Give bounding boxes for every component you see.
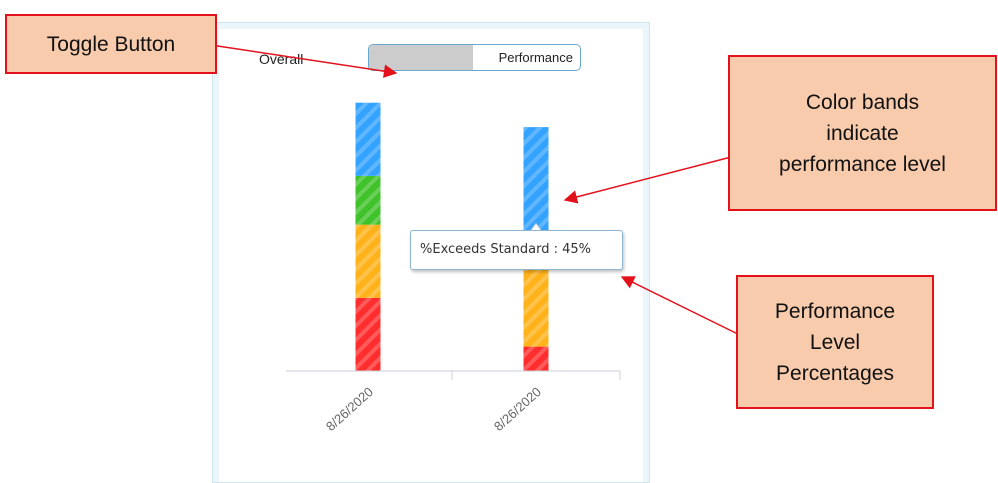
callout-arrow <box>190 41 398 78</box>
callout-percentages-line2: Level <box>809 330 861 354</box>
tooltip-text: %Exceeds Standard : 45% <box>420 242 592 257</box>
x-tick-label: 8/26/2020 <box>323 384 376 434</box>
callout-percentages: Performance Level Percentages <box>736 275 934 409</box>
bar-tooltip: %Exceeds Standard : 45% <box>410 230 623 270</box>
callout-arrows <box>190 41 751 341</box>
bar-segment-0-2[interactable] <box>355 175 381 225</box>
callout-arrow <box>563 155 736 204</box>
bar-segment-1-0[interactable] <box>523 346 549 371</box>
callout-toggle-button: Toggle Button <box>5 14 217 74</box>
callout-arrow <box>620 276 751 341</box>
callout-color-bands: Color bands indicate performance level <box>728 55 997 211</box>
callout-color-bands-line2: indicate <box>826 121 899 145</box>
callout-toggle-button-text: Toggle Button <box>46 32 176 56</box>
x-tick-label: 8/26/2020 <box>491 384 544 434</box>
callout-percentages-line1: Performance <box>774 299 896 323</box>
bar-segment-1-1[interactable] <box>523 257 549 347</box>
bar-segment-0-3[interactable] <box>355 102 381 176</box>
callout-color-bands-line1: Color bands <box>805 90 920 114</box>
bar-segment-0-0[interactable] <box>355 297 381 371</box>
callout-color-bands-line3: performance level <box>779 152 946 176</box>
bar-segment-0-1[interactable] <box>355 224 381 298</box>
callout-percentages-line3: Percentages <box>776 361 894 385</box>
